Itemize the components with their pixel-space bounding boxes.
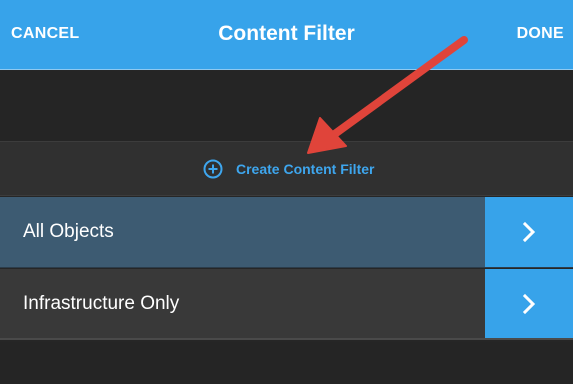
- done-button[interactable]: DONE: [517, 25, 564, 43]
- filter-row-all-objects[interactable]: All Objects: [0, 197, 573, 268]
- create-content-filter-label: Create Content Filter: [236, 161, 375, 177]
- page-title: Content Filter: [218, 22, 355, 45]
- empty-area-bottom: [0, 342, 573, 384]
- chevron-right-icon: [522, 221, 536, 243]
- plus-circle-icon: [203, 159, 223, 179]
- content-filter-screen: CANCEL Content Filter DONE Create Conten…: [0, 0, 573, 384]
- header-bar: CANCEL Content Filter DONE: [0, 0, 573, 70]
- filter-label: All Objects: [23, 221, 114, 242]
- create-content-filter-button[interactable]: Create Content Filter: [0, 141, 573, 196]
- chevron-right-icon: [522, 293, 536, 315]
- filter-row-infrastructure-only[interactable]: Infrastructure Only: [0, 269, 573, 340]
- empty-area-top: [0, 71, 573, 141]
- filter-label: Infrastructure Only: [23, 293, 180, 314]
- filter-detail-button[interactable]: [485, 269, 573, 338]
- filter-detail-button[interactable]: [485, 197, 573, 267]
